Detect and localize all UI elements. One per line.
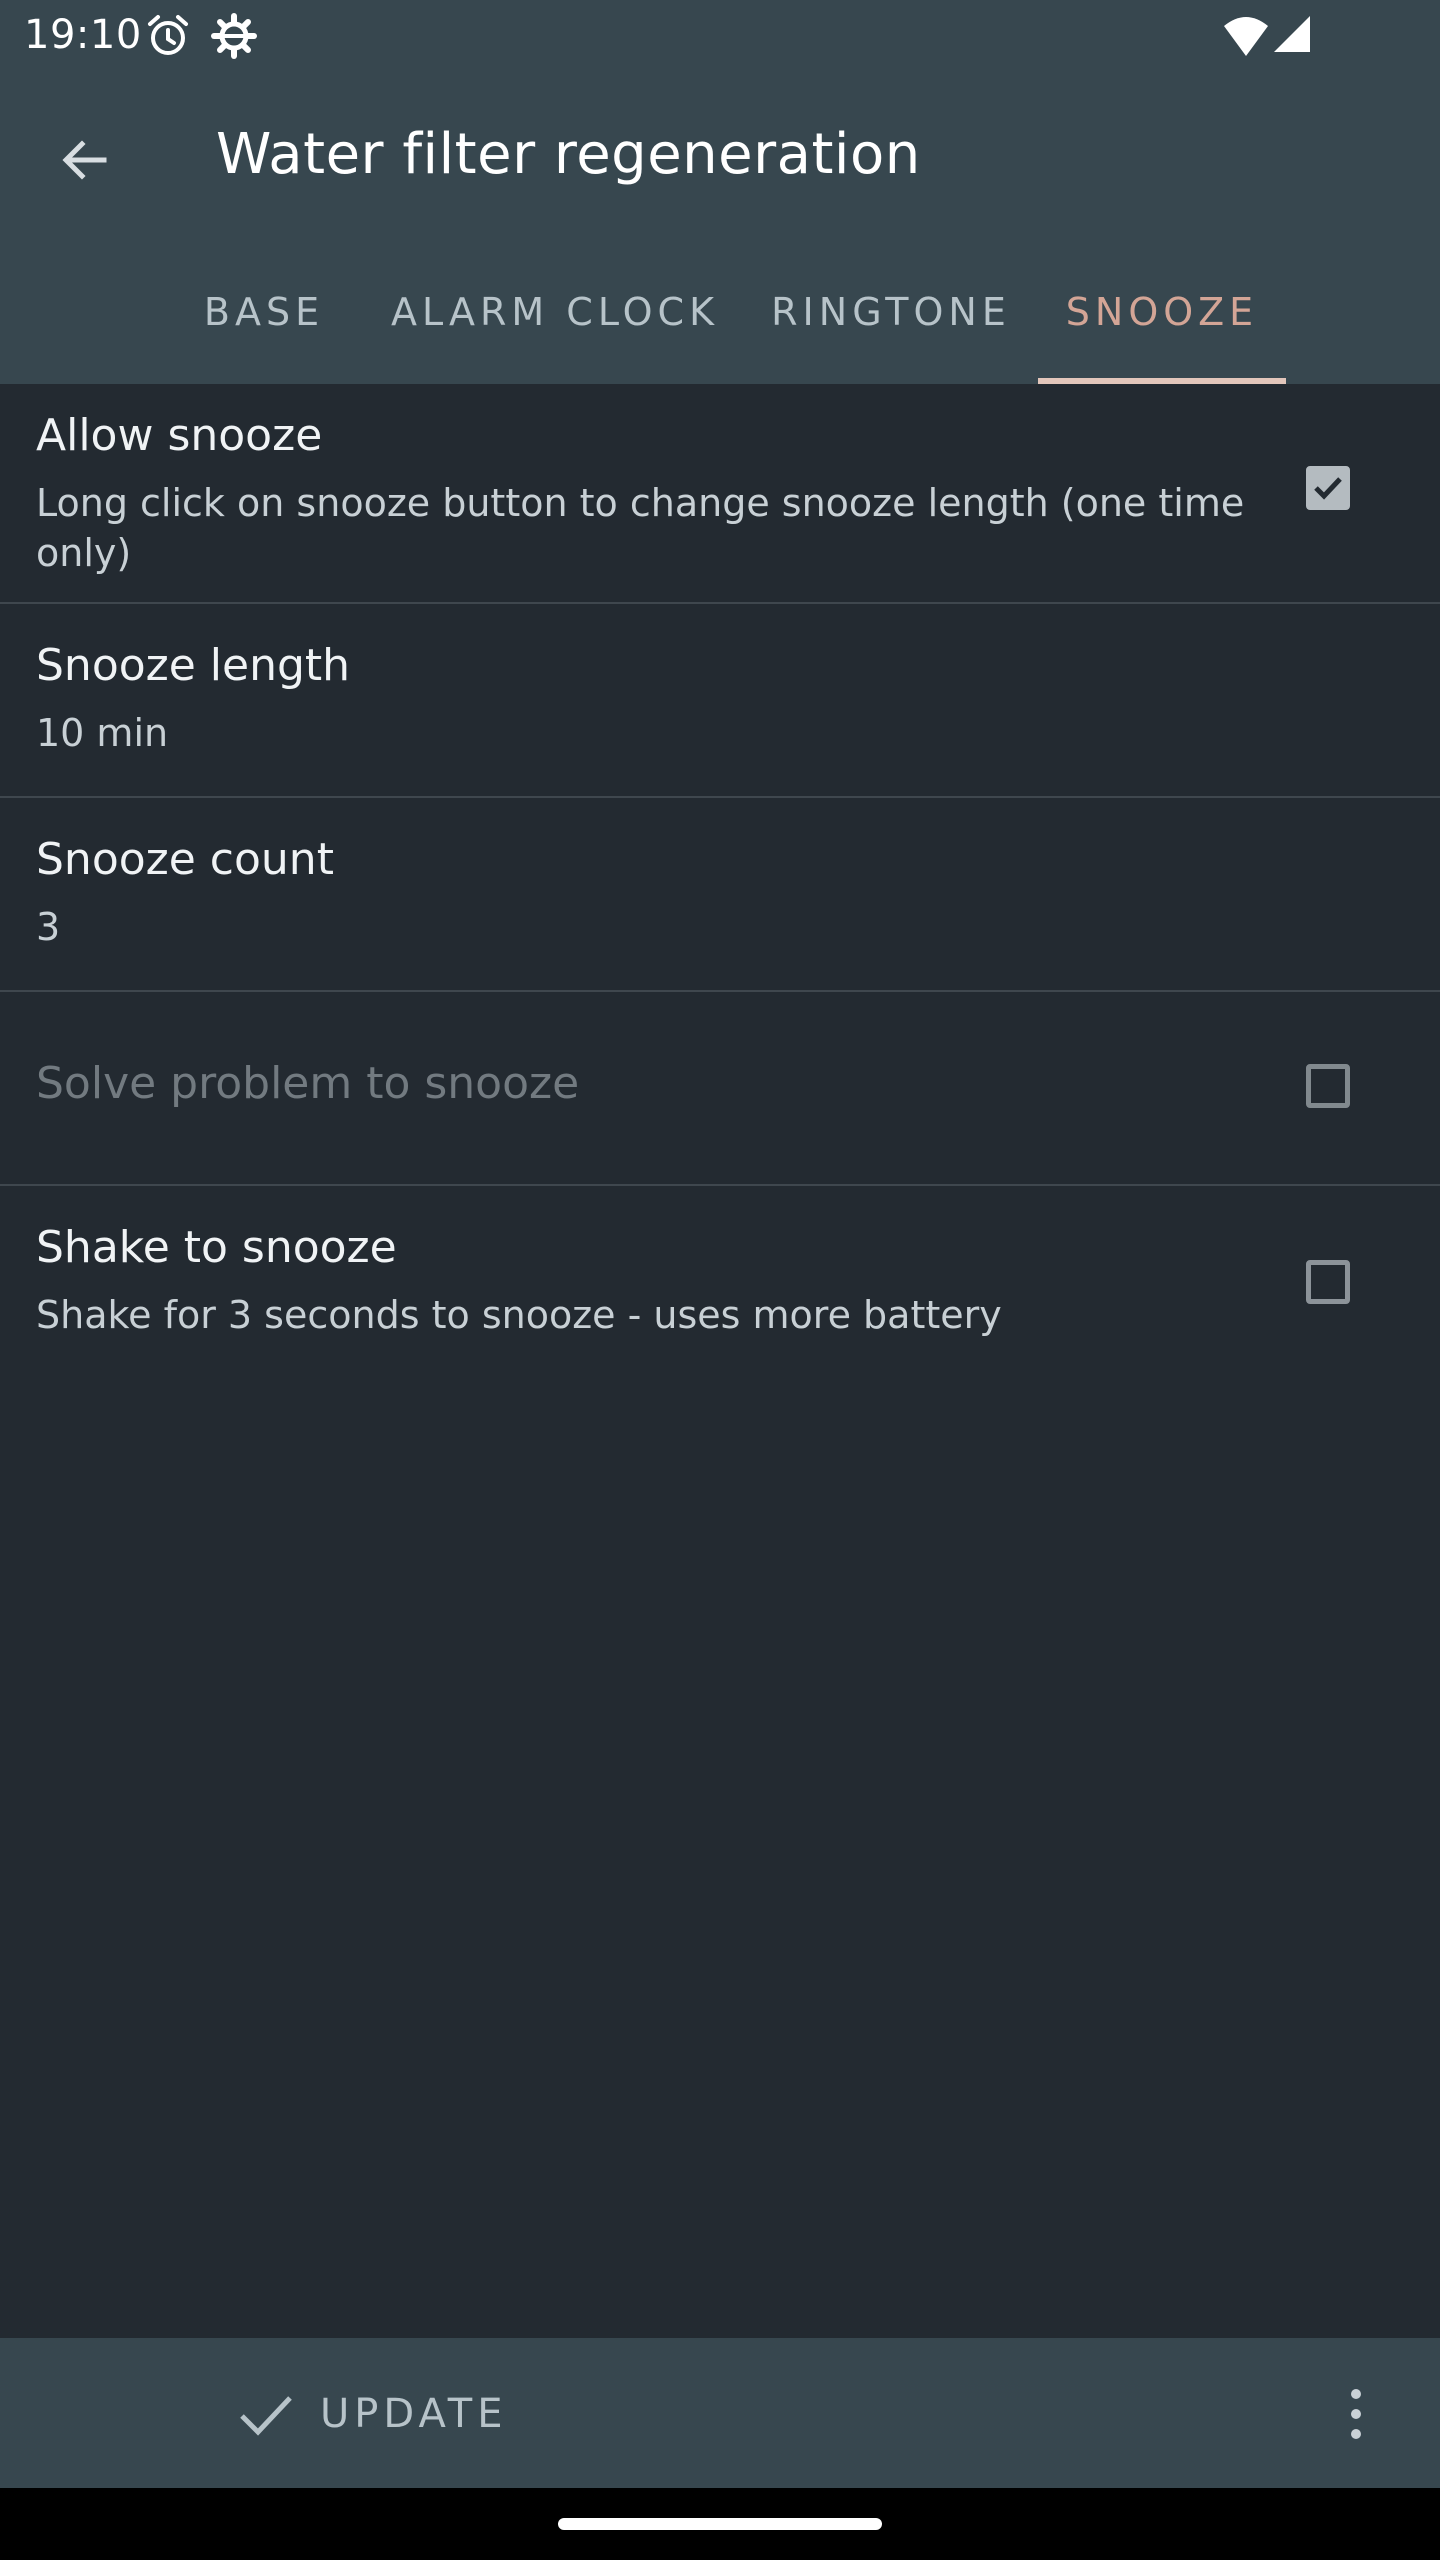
tab-bar: BASE ALARM CLOCK RINGTONE SNOOZE: [0, 240, 1440, 384]
system-nav-bar: [0, 2488, 1440, 2560]
pref-title: Snooze length: [36, 640, 351, 691]
toolbar: Water filter regeneration: [0, 72, 1440, 240]
check-icon: [240, 2396, 292, 2436]
pref-snooze-length[interactable]: Snooze length 10 min: [0, 604, 1440, 798]
status-time: 19:10: [24, 12, 142, 58]
home-gesture-handle[interactable]: [558, 2518, 882, 2530]
bottom-action-bar: UPDATE: [0, 2338, 1440, 2488]
solve-problem-checkbox: [1306, 1064, 1350, 1108]
tab-ringtone[interactable]: RINGTONE: [760, 240, 1022, 384]
alarm-icon: [144, 12, 192, 64]
tab-alarm-clock[interactable]: ALARM CLOCK: [390, 240, 720, 384]
more-options-button[interactable]: [1326, 2364, 1386, 2464]
pref-summary: Long click on snooze button to change sn…: [36, 481, 1245, 575]
pref-title: Snooze count: [36, 834, 334, 885]
pref-title: Solve problem to snooze: [36, 1058, 580, 1109]
more-vert-icon: [1351, 2389, 1361, 2399]
settings-gear-icon: [210, 12, 258, 64]
pref-snooze-count[interactable]: Snooze count 3: [0, 798, 1440, 992]
pref-title: Allow snooze: [36, 410, 323, 461]
pref-allow-snooze[interactable]: Allow snooze Long click on snooze button…: [0, 384, 1440, 604]
check-icon: [1314, 477, 1342, 500]
shake-to-snooze-checkbox[interactable]: [1306, 1260, 1350, 1304]
pref-summary: 3: [36, 905, 61, 949]
tab-base[interactable]: BASE: [180, 240, 348, 384]
status-bar: 19:10: [0, 0, 1440, 72]
pref-summary: 10 min: [36, 711, 169, 755]
update-button[interactable]: UPDATE: [236, 2374, 507, 2454]
signal-icon: [1272, 14, 1312, 58]
tab-snooze[interactable]: SNOOZE: [1038, 240, 1286, 384]
pref-title: Shake to snooze: [36, 1222, 397, 1273]
pref-solve-problem: Solve problem to snooze: [0, 992, 1440, 1186]
allow-snooze-checkbox[interactable]: [1306, 466, 1350, 510]
page-title: Water filter regeneration: [216, 122, 921, 187]
pref-summary: Shake for 3 seconds to snooze - uses mor…: [36, 1293, 1002, 1337]
pref-shake-to-snooze[interactable]: Shake to snooze Shake for 3 seconds to s…: [0, 1186, 1440, 1378]
arrow-back-icon: [62, 140, 107, 180]
wifi-icon: [1222, 14, 1270, 62]
back-button[interactable]: [36, 112, 132, 208]
update-label: UPDATE: [320, 2391, 508, 2437]
app-bar: 19:10 Water filter regeneration BASE ALA…: [0, 0, 1440, 384]
